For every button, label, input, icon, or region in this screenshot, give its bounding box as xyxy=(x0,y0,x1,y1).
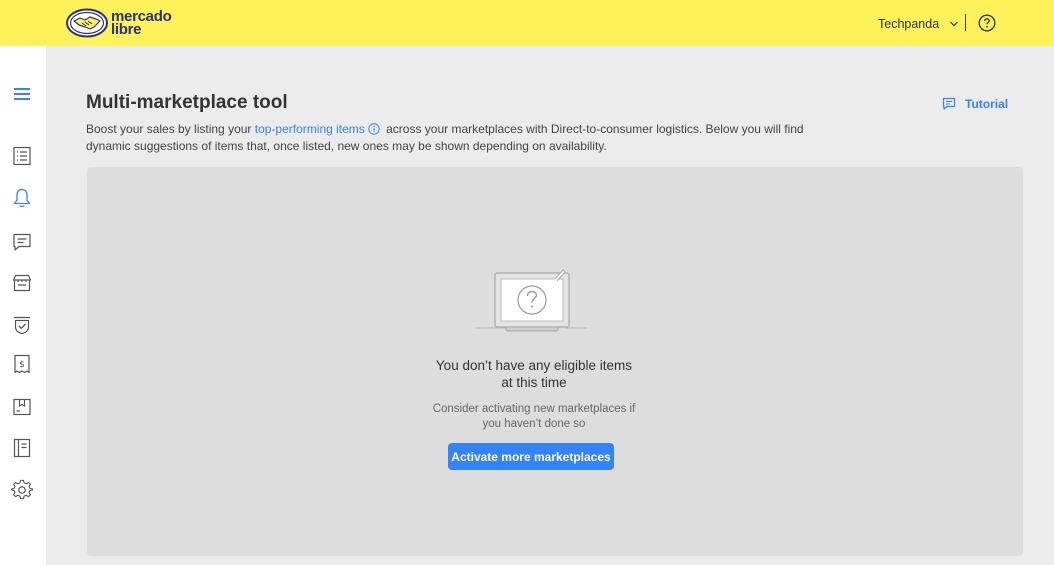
book-icon[interactable] xyxy=(11,437,33,459)
page-description: Boost your sales by listing your top-per… xyxy=(86,121,806,154)
header-divider xyxy=(965,14,966,31)
chat-icon[interactable] xyxy=(11,231,33,253)
top-performing-items-link[interactable]: top-performing items xyxy=(255,122,365,136)
svg-text:$: $ xyxy=(19,360,25,370)
mercado-libre-logo[interactable]: mercado libre xyxy=(66,8,178,40)
store-icon[interactable] xyxy=(11,272,33,294)
list-icon[interactable] xyxy=(11,145,33,167)
bell-icon[interactable] xyxy=(11,187,33,209)
sidebar: $ xyxy=(0,46,46,565)
description-text-before: Boost your sales by listing your xyxy=(86,122,255,136)
box-icon[interactable] xyxy=(11,396,33,418)
laptop-question-icon xyxy=(476,269,587,332)
empty-state-title: You don’t have any eligible items at thi… xyxy=(435,358,633,390)
info-icon[interactable] xyxy=(368,123,380,135)
hamburger-icon[interactable] xyxy=(11,83,33,105)
logo-wordmark: mercado libre xyxy=(111,9,172,37)
gear-icon[interactable] xyxy=(11,479,33,501)
tutorial-link[interactable]: Tutorial xyxy=(942,95,1008,113)
user-menu[interactable]: Techpanda xyxy=(878,15,959,33)
activate-marketplaces-button[interactable]: Activate more marketplaces xyxy=(448,443,614,470)
help-icon[interactable] xyxy=(978,14,996,32)
chevron-down-icon xyxy=(950,21,959,27)
tutorial-chat-icon xyxy=(942,97,956,110)
handshake-logo-icon xyxy=(66,8,108,38)
tutorial-label: Tutorial xyxy=(965,97,1009,111)
page-title: Multi-marketplace tool xyxy=(86,92,288,113)
receipt-dollar-icon[interactable]: $ xyxy=(11,353,33,375)
badge-check-icon[interactable] xyxy=(11,314,33,336)
empty-state-subtitle: Consider activating new marketplaces if … xyxy=(432,403,636,430)
top-header: mercado libre Techpanda xyxy=(0,0,1054,46)
user-name: Techpanda xyxy=(878,17,940,31)
